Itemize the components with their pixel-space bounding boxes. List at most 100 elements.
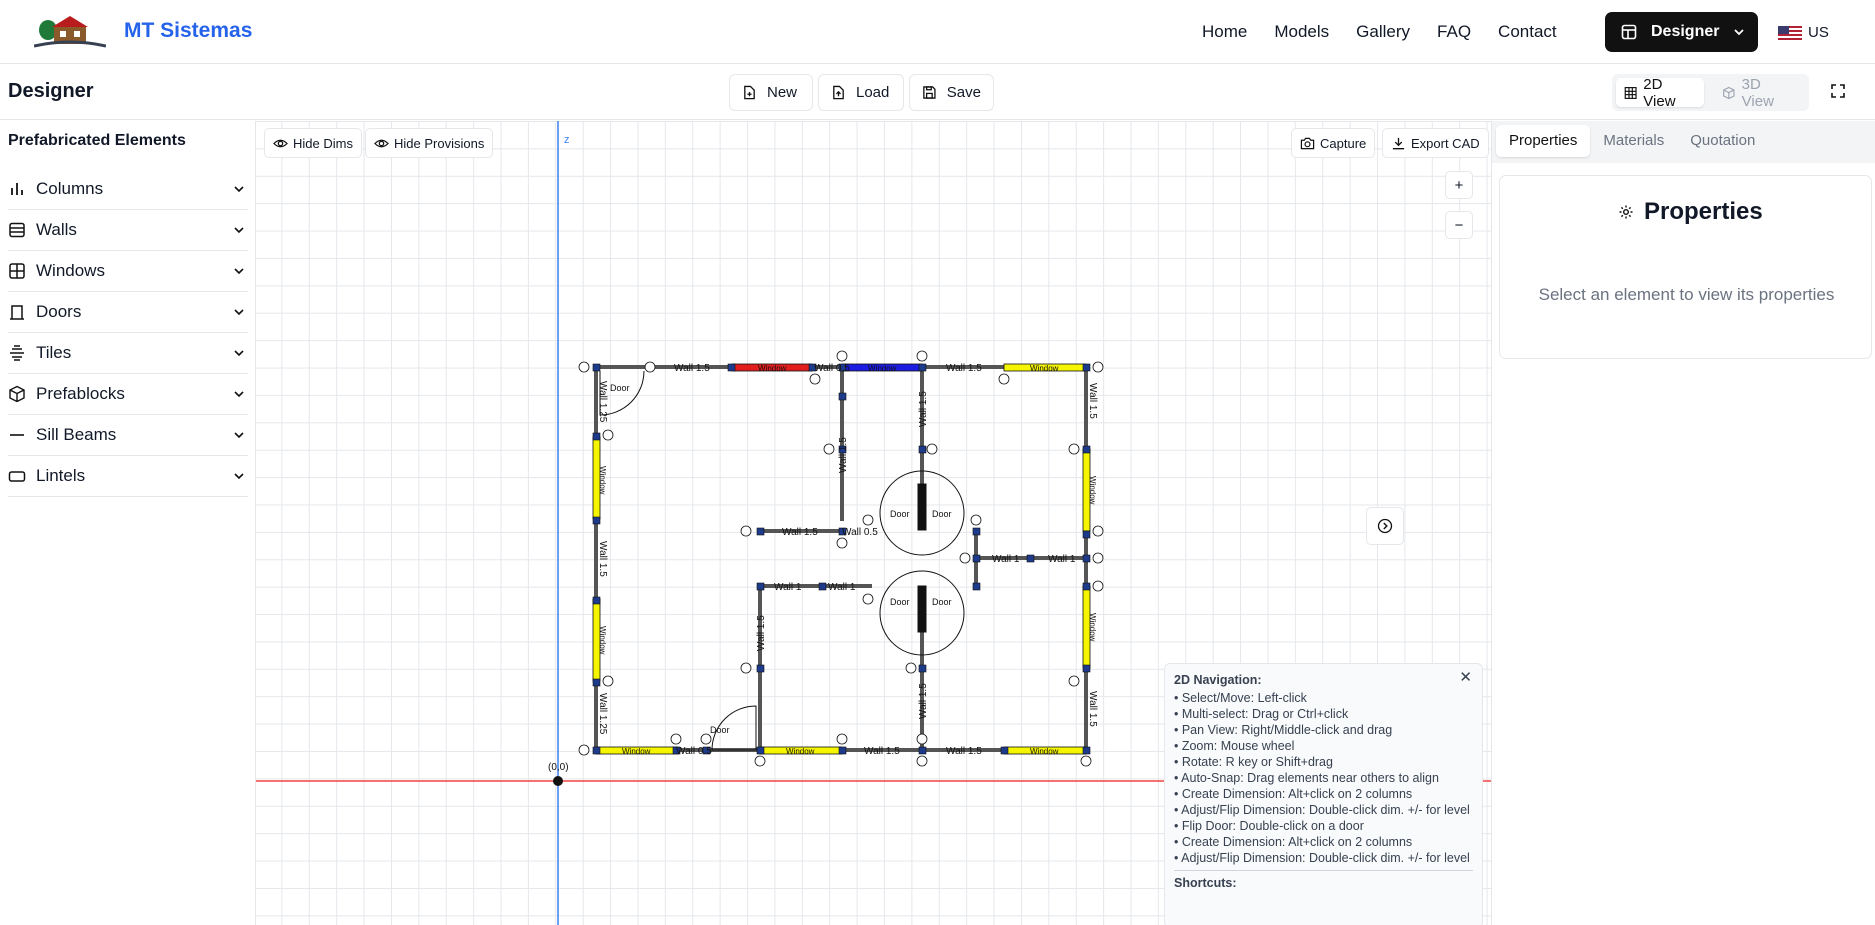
sidebar-item-windows[interactable]: Windows [8, 251, 248, 292]
sidebar-item-doors[interactable]: Doors [8, 292, 248, 333]
layers-icon [9, 222, 25, 238]
view-3d-label: 3D View [1741, 75, 1774, 110]
language-label: US [1808, 24, 1829, 41]
tab-quotation[interactable]: Quotation [1677, 125, 1768, 157]
tab-properties[interactable]: Properties [1496, 125, 1591, 157]
sidebar-item-prefablocks[interactable]: Prefablocks [8, 374, 248, 415]
svg-text:Window: Window [868, 364, 897, 373]
help-title: 2D Navigation: [1174, 673, 1262, 687]
svg-text:Window: Window [1088, 613, 1097, 642]
capture-button[interactable]: Capture [1291, 128, 1376, 158]
brand-name[interactable]: MT Sistemas [124, 19, 252, 43]
nav-gallery[interactable]: Gallery [1356, 22, 1410, 42]
company-logo[interactable] [34, 12, 106, 52]
view-2d-button[interactable]: 2D View [1616, 75, 1704, 110]
nav-contact[interactable]: Contact [1498, 22, 1557, 42]
view-3d-button[interactable]: 3D View [1714, 75, 1804, 110]
file-upload-icon [833, 85, 844, 100]
design-canvas[interactable]: z (0,0) Wall 1.5 Window Wall 0.5 Window … [256, 121, 1491, 925]
gear-icon [1619, 205, 1633, 219]
tiles-icon [10, 345, 24, 361]
zoom-in-button[interactable]: + [1445, 171, 1473, 199]
designer-menu-button[interactable]: Designer [1605, 12, 1758, 52]
new-button[interactable]: New [729, 74, 813, 111]
sidebar-item-label: Tiles [36, 343, 72, 362]
help-line: • Rotate: R key or Shift+drag [1174, 755, 1333, 769]
svg-text:Wall 1.5: Wall 1.5 [597, 541, 608, 577]
svg-text:Wall 1: Wall 1 [1048, 554, 1076, 565]
hide-provisions-button[interactable]: Hide Provisions [365, 128, 494, 158]
svg-text:Window: Window [598, 466, 607, 495]
sidebar-item-tiles[interactable]: Tiles [8, 333, 248, 374]
eye-icon [273, 139, 288, 147]
panel-toggle-button[interactable] [1366, 507, 1404, 545]
origin-point [553, 776, 563, 786]
svg-text:Wall 0.5: Wall 0.5 [814, 363, 850, 374]
save-icon [923, 86, 936, 99]
nav-models[interactable]: Models [1274, 22, 1329, 42]
export-cad-button[interactable]: Export CAD [1382, 128, 1489, 158]
chevron-right-circle-icon [1377, 518, 1393, 534]
help-line: • Adjust/Flip Dimension: Double-click di… [1174, 803, 1470, 817]
navigation-help-panel: 2D Navigation: ✕ • Select/Move: Left-cli… [1164, 663, 1483, 925]
hide-dims-button[interactable]: Hide Dims [264, 128, 362, 158]
chevron-down-icon [1734, 29, 1745, 36]
load-button[interactable]: Load [818, 74, 904, 111]
tab-materials[interactable]: Materials [1590, 125, 1677, 157]
new-label: New [767, 84, 798, 101]
close-icon[interactable]: ✕ [1459, 670, 1472, 686]
properties-title: Properties [1644, 198, 1763, 225]
divider [1174, 870, 1473, 871]
sidebar-item-label: Windows [36, 261, 105, 280]
nav-faq[interactable]: FAQ [1437, 22, 1471, 42]
sidebar-item-walls[interactable]: Walls [8, 210, 248, 251]
empty-state-message: Select an element to view its properties [1538, 285, 1835, 304]
nav-home[interactable]: Home [1202, 22, 1247, 42]
chevron-down-icon [234, 268, 244, 275]
us-flag-icon [1778, 25, 1802, 40]
svg-text:Wall 0.5: Wall 0.5 [676, 746, 712, 757]
designer-toolbar: Designer New Load Save 2D View 3D View [0, 64, 1875, 120]
chevron-down-icon [234, 350, 244, 357]
svg-text:Wall 1: Wall 1 [774, 582, 802, 593]
svg-text:Window: Window [622, 747, 651, 756]
properties-card: Properties Select an element to view its… [1499, 175, 1872, 359]
help-line: • Adjust/Flip Dimension: Double-click di… [1174, 851, 1470, 865]
top-navbar: MT Sistemas Home Models Gallery FAQ Cont… [0, 0, 1875, 64]
svg-text:Window: Window [1088, 476, 1097, 505]
doors[interactable] [599, 370, 965, 751]
sidebar-item-lintels[interactable]: Lintels [8, 456, 248, 497]
origin-label: (0,0) [548, 762, 569, 773]
sidebar-item-label: Doors [36, 302, 82, 321]
minus-icon [10, 434, 24, 436]
svg-text:Door: Door [932, 509, 952, 519]
svg-text:Wall 1.5: Wall 1.5 [946, 363, 982, 374]
svg-text:Wall 1.5: Wall 1.5 [918, 391, 929, 427]
sidebar-item-sill-beams[interactable]: Sill Beams [8, 415, 248, 456]
view-2d-label: 2D View [1643, 75, 1676, 110]
sidebar-title: Prefabricated Elements [8, 132, 186, 149]
language-selector[interactable]: US [1778, 24, 1829, 41]
help-line: • Create Dimension: Alt+click on 2 colum… [1174, 835, 1413, 849]
svg-text:Door: Door [890, 597, 910, 607]
export-cad-label: Export CAD [1411, 135, 1480, 151]
svg-text:Wall 1.5: Wall 1.5 [674, 363, 710, 374]
properties-heading: Properties [1618, 198, 1763, 226]
chevron-down-icon [234, 309, 244, 316]
save-button[interactable]: Save [909, 74, 994, 111]
svg-text:Wall 1.5: Wall 1.5 [1087, 691, 1098, 727]
help-line: • Auto-Snap: Drag elements near others t… [1174, 771, 1439, 785]
file-plus-icon [744, 85, 755, 100]
fullscreen-icon[interactable] [1830, 83, 1846, 99]
designer-label: Designer [1651, 23, 1720, 40]
svg-text:Window: Window [758, 364, 787, 373]
svg-text:Window: Window [1030, 747, 1059, 756]
download-icon [1392, 137, 1405, 149]
help-line: • Zoom: Mouse wheel [1174, 739, 1295, 753]
help-line: • Pan View: Right/Middle-click and drag [1174, 723, 1393, 737]
zoom-out-button[interactable]: − [1445, 211, 1473, 239]
sidebar-item-columns[interactable]: Columns [8, 169, 248, 210]
svg-text:Wall 1.5: Wall 1.5 [946, 746, 982, 757]
z-axis-label: z [564, 134, 570, 146]
hide-dims-label: Hide Dims [293, 135, 353, 151]
